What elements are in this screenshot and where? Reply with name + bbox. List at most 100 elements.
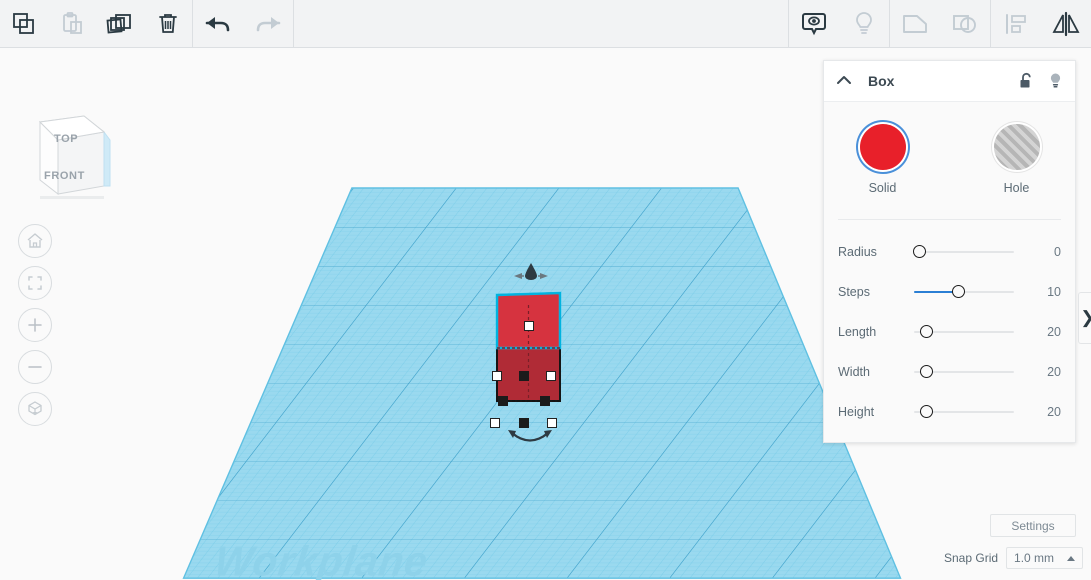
width-value: 20 bbox=[1047, 365, 1061, 379]
steps-slider-knob[interactable] bbox=[952, 285, 965, 298]
collapse-panel-button[interactable] bbox=[836, 72, 858, 90]
undo-button[interactable] bbox=[193, 0, 243, 48]
width-label: Width bbox=[838, 365, 870, 379]
caret-up-icon bbox=[1067, 555, 1076, 561]
rotate-arc-handle[interactable] bbox=[505, 429, 555, 451]
property-row-width: Width 20 bbox=[824, 352, 1075, 392]
history-tool-group bbox=[193, 0, 293, 48]
solid-option[interactable]: Solid bbox=[847, 124, 919, 195]
height-value: 20 bbox=[1047, 405, 1061, 419]
corner-handle-bottom-right[interactable] bbox=[547, 418, 557, 428]
shape-inspector-panel: Box Solid Hole Radius 0 Steps 10 Length … bbox=[823, 60, 1076, 443]
corner-handle-bottom-left[interactable] bbox=[490, 418, 500, 428]
arrange-tool-group bbox=[991, 0, 1091, 48]
group-icon bbox=[903, 14, 927, 33]
light-button[interactable] bbox=[839, 0, 889, 48]
hole-option[interactable]: Hole bbox=[981, 124, 1053, 195]
minus-icon bbox=[28, 366, 42, 368]
length-value: 20 bbox=[1047, 325, 1061, 339]
inspector-divider bbox=[838, 219, 1061, 220]
width-slider-knob[interactable] bbox=[920, 365, 933, 378]
hole-pattern-swatch[interactable] bbox=[993, 124, 1040, 170]
height-slider[interactable] bbox=[914, 405, 1014, 419]
align-icon bbox=[1006, 13, 1026, 34]
align-button[interactable] bbox=[991, 0, 1041, 48]
radius-slider-track bbox=[914, 251, 1014, 253]
box-geometry[interactable] bbox=[485, 283, 575, 413]
edge-handle-left[interactable] bbox=[498, 396, 508, 406]
mirror-icon bbox=[1052, 11, 1080, 36]
redo-arrow-icon bbox=[256, 16, 281, 31]
height-label: Height bbox=[838, 405, 875, 419]
shape-type-row: Solid Hole bbox=[824, 102, 1075, 199]
show-hide-button[interactable] bbox=[789, 0, 839, 48]
inspector-body: Solid Hole Radius 0 Steps 10 Length 20 W… bbox=[824, 102, 1075, 432]
unlock-icon bbox=[1020, 72, 1031, 88]
length-label: Length bbox=[838, 325, 877, 339]
delete-button[interactable] bbox=[144, 0, 192, 48]
mirror-button[interactable] bbox=[1041, 0, 1091, 48]
panel-title: Box bbox=[868, 73, 895, 89]
visibility-toggle-button[interactable] bbox=[1048, 72, 1063, 90]
group-tool-group bbox=[890, 0, 990, 48]
paste-button[interactable] bbox=[48, 0, 96, 48]
snap-grid-row: Snap Grid 1.0 mm bbox=[944, 547, 1084, 569]
radius-value: 0 bbox=[1054, 245, 1061, 259]
view-cube[interactable]: TOP FRONT bbox=[22, 110, 114, 210]
group-button[interactable] bbox=[890, 0, 940, 48]
trash-icon bbox=[159, 13, 177, 33]
edge-handle-top-center[interactable] bbox=[519, 371, 529, 381]
redo-button[interactable] bbox=[243, 0, 293, 48]
top-face-handle[interactable] bbox=[524, 321, 534, 331]
hole-label: Hole bbox=[1003, 181, 1030, 195]
corner-handle-left-mid[interactable] bbox=[492, 371, 502, 381]
length-slider-knob[interactable] bbox=[920, 325, 933, 338]
steps-slider[interactable] bbox=[914, 285, 1014, 299]
undo-arrow-icon bbox=[205, 16, 230, 31]
ungroup-button[interactable] bbox=[940, 0, 990, 48]
selected-shape[interactable] bbox=[485, 253, 575, 442]
corner-handle-right-mid[interactable] bbox=[546, 371, 556, 381]
property-row-height: Height 20 bbox=[824, 392, 1075, 432]
fit-brackets-icon bbox=[28, 276, 42, 290]
property-row-radius: Radius 0 bbox=[824, 232, 1075, 272]
length-slider[interactable] bbox=[914, 325, 1014, 339]
projection-toggle-button[interactable] bbox=[18, 392, 52, 426]
edge-handle-right[interactable] bbox=[540, 396, 550, 406]
steps-label: Steps bbox=[838, 285, 870, 299]
edit-tool-group bbox=[0, 0, 192, 48]
side-panel-expand-tab[interactable]: ❯ bbox=[1078, 292, 1091, 344]
edge-handle-bottom-center[interactable] bbox=[519, 418, 529, 428]
fit-view-button[interactable] bbox=[18, 266, 52, 300]
tinkercad-editor: Workplane TOP FRONT Box Solid Hole Radiu… bbox=[0, 0, 1091, 580]
solid-label: Solid bbox=[868, 181, 897, 195]
snap-grid-label: Snap Grid bbox=[944, 551, 999, 565]
eye-bubble-icon bbox=[802, 12, 826, 35]
zoom-in-button[interactable] bbox=[18, 308, 52, 342]
width-slider[interactable] bbox=[914, 365, 1014, 379]
settings-button[interactable]: Settings bbox=[990, 514, 1076, 537]
toolbar-divider-2 bbox=[293, 0, 294, 48]
copy-button[interactable] bbox=[0, 0, 48, 48]
snap-grid-select[interactable]: 1.0 mm bbox=[1006, 547, 1084, 569]
radius-slider-knob[interactable] bbox=[913, 245, 926, 258]
radius-slider[interactable] bbox=[913, 245, 1014, 259]
view-tool-group bbox=[789, 0, 889, 48]
duplicate-button[interactable] bbox=[96, 0, 144, 48]
lightbulb-icon bbox=[856, 11, 872, 34]
zoom-out-button[interactable] bbox=[18, 350, 52, 384]
solid-color-swatch[interactable] bbox=[859, 124, 906, 170]
lock-toggle-button[interactable] bbox=[1019, 72, 1034, 90]
snap-grid-value: 1.0 mm bbox=[1014, 551, 1055, 565]
lightbulb-icon bbox=[1050, 73, 1061, 88]
top-toolbar bbox=[0, 0, 1091, 48]
home-view-button[interactable] bbox=[18, 224, 52, 258]
steps-value: 10 bbox=[1047, 285, 1061, 299]
plus-icon bbox=[28, 318, 42, 332]
property-row-length: Length 20 bbox=[824, 312, 1075, 352]
home-icon bbox=[27, 233, 43, 248]
height-slider-knob[interactable] bbox=[920, 405, 933, 418]
inspector-header: Box bbox=[824, 61, 1075, 102]
property-row-steps: Steps 10 bbox=[824, 272, 1075, 312]
cone-move-up-handle[interactable] bbox=[508, 261, 554, 281]
